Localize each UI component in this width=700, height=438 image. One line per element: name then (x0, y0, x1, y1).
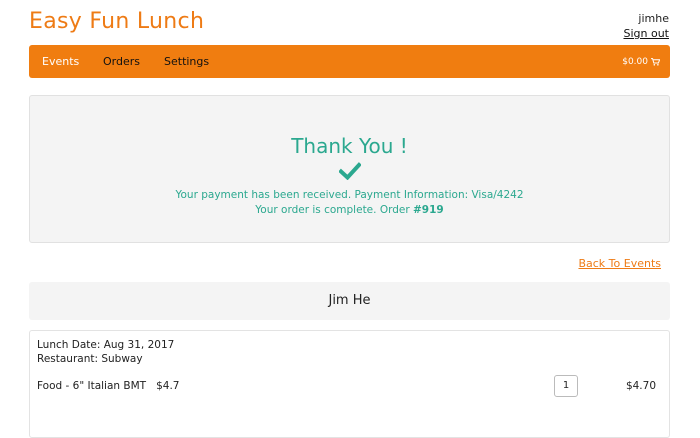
food-item-price: $4.7 (156, 380, 180, 392)
restaurant: Restaurant: Subway (37, 353, 143, 365)
back-to-events-link[interactable]: Back To Events (578, 257, 661, 270)
confirmation-panel: Thank You ! Your payment has been receiv… (29, 95, 670, 243)
user-menu: jimhe Sign out (623, 11, 669, 41)
nav-orders[interactable]: Orders (103, 55, 140, 68)
cart-button[interactable]: $0.00 (622, 57, 660, 67)
order-status: Your order is complete. Order #919 (30, 203, 669, 218)
order-number: #919 (413, 204, 444, 216)
nav-settings[interactable]: Settings (164, 55, 209, 68)
confirmation-title: Thank You ! (291, 134, 408, 158)
quantity-input[interactable]: 1 (554, 375, 578, 397)
customer-name: Jim He (29, 282, 670, 320)
payment-info: Your payment has been received. Payment … (175, 189, 524, 201)
checkmark-icon (337, 162, 362, 181)
lunch-date: Lunch Date: Aug 31, 2017 (37, 339, 175, 351)
order-status-text: Your order is complete. Order (255, 204, 413, 216)
line-total: $4.70 (625, 380, 656, 392)
order-details: Lunch Date: Aug 31, 2017 Restaurant: Sub… (29, 330, 670, 438)
nav-events[interactable]: Events (42, 55, 79, 68)
sign-out-link[interactable]: Sign out (623, 26, 669, 41)
shopping-cart-icon (651, 58, 660, 66)
brand-logo[interactable]: Easy Fun Lunch (29, 9, 204, 34)
top-navbar: Events Orders Settings $0.00 (29, 45, 670, 78)
food-item: Food - 6" Italian BMT $4.7 (37, 380, 179, 392)
food-item-label: Food - 6" Italian BMT (37, 380, 147, 392)
cart-total: $0.00 (622, 57, 648, 67)
username: jimhe (638, 12, 669, 25)
